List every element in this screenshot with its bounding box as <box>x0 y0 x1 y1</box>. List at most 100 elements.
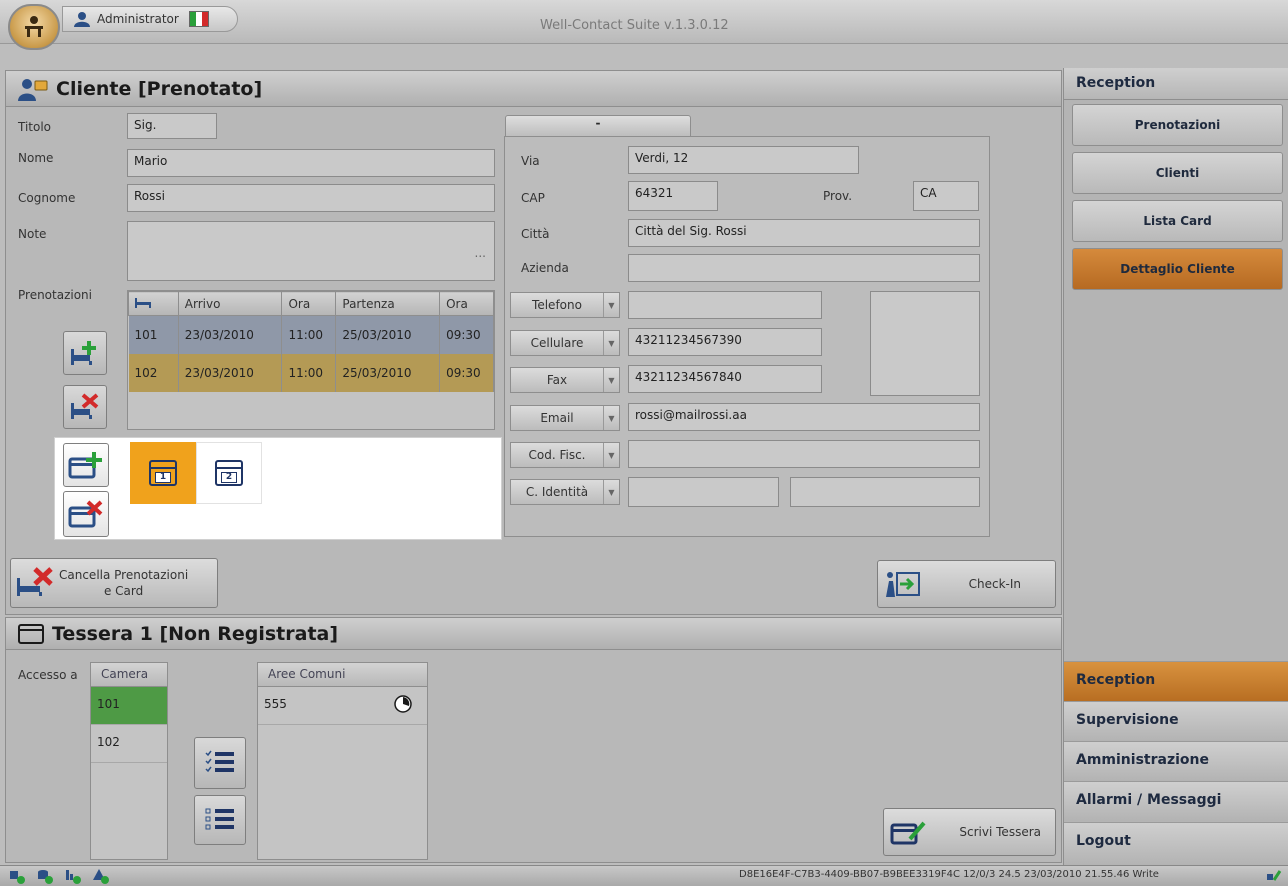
write-card-button[interactable]: Scrivi Tessera <box>883 808 1056 856</box>
chevron-down-icon: ▼ <box>603 293 619 317</box>
cancel-reservations-button[interactable]: Cancella Prenotazioni e Card <box>10 558 218 608</box>
titolo-field[interactable]: Sig. <box>127 113 217 139</box>
card-icon: 1 <box>149 460 177 486</box>
nav-logout[interactable]: Logout <box>1064 822 1288 865</box>
sidebar-item-clienti[interactable]: Clienti <box>1072 152 1283 194</box>
nome-label: Nome <box>18 151 54 165</box>
reservation-ora-arrivo: 11:00 <box>281 315 337 354</box>
delete-reservation-icon <box>71 393 99 419</box>
add-card-icon <box>68 452 102 479</box>
user-name: Administrator <box>97 12 179 26</box>
client-panel-header: Cliente [Prenotato] <box>6 71 1061 107</box>
bed-icon <box>135 297 151 308</box>
cellulare-type-dropdown[interactable]: Cellulare ▼ <box>510 330 620 356</box>
reservation-ora-partenza: 09:30 <box>439 315 494 354</box>
user-icon <box>74 12 90 27</box>
sidebar-section-title: Reception <box>1064 68 1288 100</box>
camera-row-102[interactable]: 102 <box>91 725 167 763</box>
card-slot-1[interactable]: 1 <box>130 442 196 504</box>
checklist-icon <box>205 750 234 773</box>
delete-card-icon <box>68 500 103 528</box>
arrivo-column-header[interactable]: Arrivo <box>177 291 283 316</box>
aree-comuni-header: Aree Comuni <box>258 663 427 687</box>
partenza-column-header[interactable]: Partenza <box>335 291 441 316</box>
add-card-button[interactable] <box>63 443 109 487</box>
delete-reservation-button[interactable] <box>63 385 107 429</box>
sidebar-item-prenotazioni[interactable]: Prenotazioni <box>1072 104 1283 146</box>
fax-type-label: Fax <box>546 373 568 387</box>
reservation-room: 102 <box>128 353 179 392</box>
nav-allarmi-messaggi[interactable]: Allarmi / Messaggi <box>1064 781 1288 821</box>
identita-extra-field[interactable] <box>790 477 980 507</box>
ora-arrivo-column-header[interactable]: Ora <box>281 291 337 316</box>
write-card-label: Scrivi Tessera <box>959 825 1041 839</box>
reservation-ora-partenza: 09:30 <box>439 353 494 392</box>
card-slot-2[interactable]: 2 <box>196 442 262 504</box>
telefono-type-label: Telefono <box>532 298 582 312</box>
nome-field[interactable]: Mario <box>127 149 495 177</box>
via-label: Via <box>521 154 540 168</box>
note-field[interactable]: ... <box>127 221 495 281</box>
via-field[interactable]: Verdi, 12 <box>628 146 859 174</box>
ora-partenza-column-header[interactable]: Ora <box>439 291 494 316</box>
reservations-header-row: Arrivo Ora Partenza Ora <box>128 291 494 316</box>
azienda-field[interactable] <box>628 254 980 282</box>
app-logo[interactable] <box>8 4 60 50</box>
database-status-icon[interactable] <box>36 868 54 884</box>
alert-status-icon[interactable] <box>92 868 110 884</box>
note-more-button[interactable]: ... <box>475 246 486 260</box>
cap-label: CAP <box>521 191 545 205</box>
delete-card-button[interactable] <box>63 491 109 537</box>
write-status-icon[interactable] <box>1266 868 1282 884</box>
aree-comuni-list: Aree Comuni 555 <box>257 662 428 860</box>
list-icon <box>205 808 234 830</box>
reservation-row[interactable]: 101 23/03/2010 11:00 25/03/2010 09:30 <box>128 315 494 354</box>
fax-field[interactable]: 43211234567840 <box>628 365 822 393</box>
photo-box[interactable] <box>870 291 980 396</box>
address-tab[interactable]: - <box>505 115 691 137</box>
reception-desk-icon <box>25 16 43 37</box>
top-bar: Administrator Well-Contact Suite v.1.3.0… <box>0 0 1288 50</box>
aree-comuni-row[interactable]: 555 <box>258 687 427 725</box>
italy-flag-icon <box>188 11 209 27</box>
cards-area: 1 2 <box>54 437 502 540</box>
cognome-field[interactable]: Rossi <box>127 184 495 212</box>
prov-label: Prov. <box>823 189 853 203</box>
check-in-button[interactable]: Check-In <box>877 560 1056 608</box>
user-badge[interactable]: Administrator <box>62 6 238 32</box>
cellulare-field[interactable]: 43211234567390 <box>628 328 822 356</box>
status-bar: D8E16E4F-C7B3-4409-BB07-B9BEE3319F4C 12/… <box>0 865 1288 886</box>
prov-field[interactable]: CA <box>913 181 979 211</box>
telefono-field[interactable] <box>628 291 822 319</box>
clock-icon[interactable] <box>393 694 413 714</box>
cod-fisc-field[interactable] <box>628 440 980 468</box>
email-field[interactable]: rossi@mailrossi.aa <box>628 403 980 431</box>
sidebar-item-dettaglio-cliente[interactable]: Dettaglio Cliente <box>1072 248 1283 290</box>
citta-field[interactable]: Città del Sig. Rossi <box>628 219 980 247</box>
select-all-button[interactable] <box>194 737 246 789</box>
camera-row-101[interactable]: 101 <box>91 687 167 725</box>
sidebar: Reception Prenotazioni Clienti Lista Car… <box>1063 68 1288 865</box>
cod-fisc-type-dropdown[interactable]: Cod. Fisc. ▼ <box>510 442 620 468</box>
sidebar-item-lista-card[interactable]: Lista Card <box>1072 200 1283 242</box>
reservation-row[interactable]: 102 23/03/2010 11:00 25/03/2010 09:30 <box>128 353 494 392</box>
fax-type-dropdown[interactable]: Fax ▼ <box>510 367 620 393</box>
network-status-icon[interactable] <box>8 868 26 884</box>
telefono-type-dropdown[interactable]: Telefono ▼ <box>510 292 620 318</box>
reader-status-icon[interactable] <box>64 868 82 884</box>
add-reservation-button[interactable] <box>63 331 107 375</box>
nav-supervisione[interactable]: Supervisione <box>1064 701 1288 741</box>
bed-column-header[interactable] <box>128 291 179 316</box>
identita-number-field[interactable] <box>628 477 779 507</box>
identita-type-label: C. Identità <box>525 485 589 499</box>
status-text: D8E16E4F-C7B3-4409-BB07-B9BEE3319F4C 12/… <box>739 869 1159 880</box>
app-title: Well-Contact Suite v.1.3.0.12 <box>540 18 729 33</box>
card-number: 2 <box>221 472 237 483</box>
email-type-dropdown[interactable]: Email ▼ <box>510 405 620 431</box>
deselect-all-button[interactable] <box>194 795 246 845</box>
nav-reception[interactable]: Reception <box>1064 661 1288 701</box>
camera-list: Camera 101 102 <box>90 662 168 860</box>
identita-type-dropdown[interactable]: C. Identità ▼ <box>510 479 620 505</box>
cap-field[interactable]: 64321 <box>628 181 718 211</box>
nav-amministrazione[interactable]: Amministrazione <box>1064 741 1288 781</box>
